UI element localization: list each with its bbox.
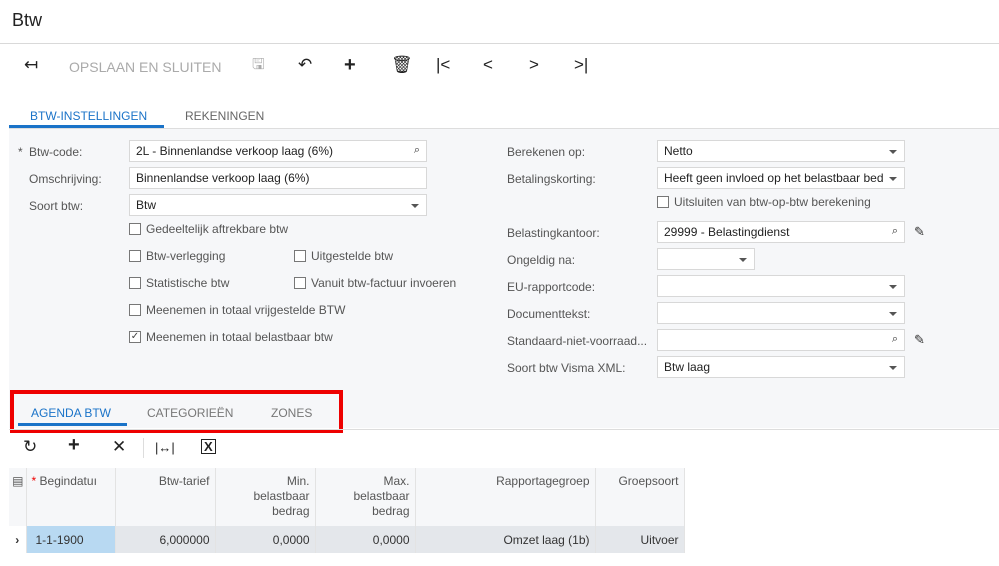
tab-rekeningen[interactable]: REKENINGEN <box>185 109 264 123</box>
checkbox-label: Uitsluiten van btw-op-btw berekening <box>674 195 871 209</box>
documenttekst-select[interactable] <box>657 302 905 324</box>
cell-groepsoort[interactable]: Uitvoer <box>595 526 685 553</box>
ongeldig-date-input[interactable] <box>657 248 755 270</box>
divider <box>143 438 144 458</box>
highlight-box <box>10 390 343 433</box>
last-record-icon[interactable]: >| <box>574 54 588 76</box>
uitgestelde-btw-checkbox[interactable] <box>294 250 306 262</box>
chevron-down-icon <box>411 204 419 208</box>
add-row-icon[interactable]: + <box>68 434 80 457</box>
chevron-down-icon <box>889 312 897 316</box>
chevron-down-icon <box>889 150 897 154</box>
visma-label: Soort btw Visma XML: <box>507 361 626 375</box>
standaard-input[interactable]: ⌕ <box>657 329 905 351</box>
betalingskorting-select[interactable]: Heeft geen invloed op het belastbaar bed <box>657 167 905 189</box>
column-header[interactable]: Rapportagegroep <box>415 468 596 526</box>
eu-select[interactable] <box>657 275 905 297</box>
btw-code-input[interactable]: 2L - Binnenlandse verkoop laag (6%) ⌕ <box>129 140 427 162</box>
table-row[interactable]: › 1-1-1900 6,000000 0,0000 0,0000 Omzet … <box>9 526 685 553</box>
save-and-close-button[interactable]: OPSLAAN EN SLUITEN <box>69 56 222 78</box>
undo-icon[interactable]: ↶ <box>298 54 312 76</box>
vanuit-factuur-checkbox[interactable] <box>294 277 306 289</box>
soort-btw-select[interactable]: Btw <box>129 194 427 216</box>
row-selector-icon[interactable]: › <box>9 526 27 553</box>
checkbox-label: Meenemen in totaal belastbaar btw <box>146 330 333 344</box>
first-record-icon[interactable]: |< <box>436 54 450 76</box>
search-icon[interactable]: ⌕ <box>892 225 898 238</box>
column-header[interactable]: Max. belastbaar bedrag <box>315 468 416 526</box>
uitsluiten-checkbox[interactable] <box>657 196 669 208</box>
betalingskorting-value: Heeft geen invloed op het belastbaar bed <box>664 171 884 185</box>
chevron-down-icon <box>889 285 897 289</box>
btw-code-value: 2L - Binnenlandse verkoop laag (6%) <box>136 144 334 158</box>
column-header[interactable]: Groepsoort <box>595 468 685 526</box>
divider <box>0 43 999 44</box>
search-icon[interactable]: ⌕ <box>414 144 420 157</box>
betalingskorting-label: Betalingskorting: <box>507 172 596 186</box>
table-header-row: ▤ * Begindatuı Btw-tarief Min. belastbaa… <box>9 468 685 526</box>
belastingkantoor-value: 29999 - Belastingdienst <box>664 225 790 239</box>
chevron-down-icon <box>739 258 747 262</box>
berekenen-select[interactable]: Netto <box>657 140 905 162</box>
fit-columns-icon[interactable]: |↔| <box>155 440 175 455</box>
gedeeltelijk-checkbox[interactable] <box>129 223 141 235</box>
delete-icon[interactable]: 🗑 <box>391 54 413 76</box>
agenda-grid: ▤ * Begindatuı Btw-tarief Min. belastbaa… <box>9 468 685 553</box>
edit-pencil-icon[interactable]: ✎ <box>914 224 925 240</box>
cell-max[interactable]: 0,0000 <box>315 526 416 553</box>
cell-btw-tarief[interactable]: 6,000000 <box>115 526 216 553</box>
column-header[interactable]: Min. belastbaar bedrag <box>215 468 316 526</box>
btw-verlegging-checkbox[interactable] <box>129 250 141 262</box>
refresh-icon[interactable]: ↻ <box>23 437 37 457</box>
previous-icon[interactable]: < <box>483 54 493 76</box>
belastingkantoor-input[interactable]: 29999 - Belastingdienst ⌕ <box>657 221 905 243</box>
checkbox-label: Vanuit btw-factuur invoeren <box>311 276 457 290</box>
berekenen-label: Berekenen op: <box>507 145 586 159</box>
tab-btw-instellingen[interactable]: BTW-INSTELLINGEN <box>30 109 147 123</box>
vrijgestelde-checkbox[interactable] <box>129 304 141 316</box>
page-title: Btw <box>12 10 43 30</box>
standaard-label: Standaard-niet-voorraad... <box>507 334 648 348</box>
documenttekst-label: Documenttekst: <box>507 307 591 321</box>
statistische-btw-checkbox[interactable] <box>129 277 141 289</box>
divider <box>9 429 999 430</box>
delete-row-icon[interactable]: ✕ <box>112 437 126 457</box>
cell-rapportagegroep[interactable]: Omzet laag (1b) <box>415 526 596 553</box>
edit-pencil-icon[interactable]: ✎ <box>914 332 925 348</box>
checkbox-label: Btw-verlegging <box>146 249 226 263</box>
visma-value: Btw laag <box>664 360 711 374</box>
column-header[interactable]: Btw-tarief <box>115 468 216 526</box>
next-icon[interactable]: > <box>529 54 539 76</box>
belastbaar-checkbox[interactable]: ✓ <box>129 331 141 343</box>
btw-code-label: Btw-code: <box>29 145 83 159</box>
checkbox-label: Uitgestelde btw <box>311 249 394 263</box>
checkbox-label: Gedeeltelijk aftrekbare btw <box>146 222 289 236</box>
save-icon[interactable]: 🖫 <box>252 54 265 76</box>
export-excel-icon[interactable]: X <box>201 439 216 454</box>
column-label: Begindatuı <box>39 474 97 488</box>
belastingkantoor-label: Belastingkantoor: <box>507 226 600 240</box>
cell-min[interactable]: 0,0000 <box>215 526 316 553</box>
soort-btw-value: Btw <box>136 198 157 212</box>
column-settings-icon[interactable]: ▤ <box>9 468 27 526</box>
chevron-down-icon <box>889 177 897 181</box>
checkbox-label: Meenemen in totaal vrijgestelde BTW <box>146 303 346 317</box>
search-icon[interactable]: ⌕ <box>892 333 898 346</box>
soort-btw-label: Soort btw: <box>29 199 84 213</box>
berekenen-value: Netto <box>664 144 693 158</box>
add-icon[interactable]: + <box>344 54 356 76</box>
column-header[interactable]: * Begindatuı <box>26 468 116 526</box>
back-icon[interactable]: ↤ <box>24 54 38 76</box>
visma-select[interactable]: Btw laag <box>657 356 905 378</box>
omschrijving-label: Omschrijving: <box>29 172 102 186</box>
chevron-down-icon <box>889 366 897 370</box>
checkbox-label: Statistische btw <box>146 276 230 290</box>
eu-label: EU-rapportcode: <box>507 280 596 294</box>
omschrijving-input[interactable]: Binnenlandse verkoop laag (6%) <box>129 167 427 189</box>
ongeldig-label: Ongeldig na: <box>507 253 576 267</box>
cell-begindatum[interactable]: 1-1-1900 <box>26 526 116 553</box>
required-marker: * <box>18 145 23 159</box>
